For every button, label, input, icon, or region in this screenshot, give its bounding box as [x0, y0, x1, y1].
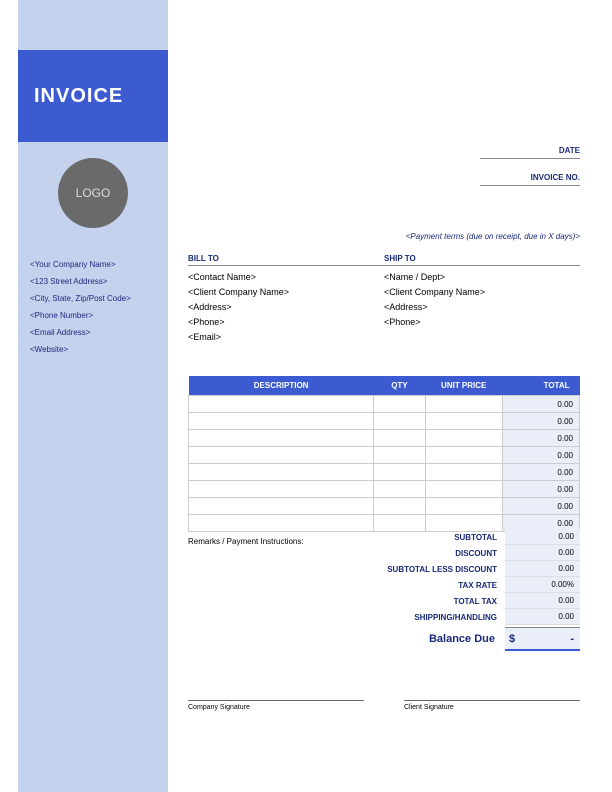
- row-total: 0.00: [502, 447, 579, 464]
- discount-value: 0.00: [505, 545, 580, 561]
- table-row: 0.00: [189, 498, 580, 515]
- shipping-row: SHIPPING/HANDLING 0.00: [188, 609, 580, 625]
- subtotal-less-label: SUBTOTAL LESS DISCOUNT: [387, 565, 505, 574]
- col-total: TOTAL: [502, 376, 579, 396]
- ship-name: <Name / Dept>: [384, 272, 580, 282]
- subtotal-value: 0.00: [505, 529, 580, 545]
- invoice-no-label: INVOICE NO.: [480, 173, 580, 186]
- payment-terms: <Payment terms (due on receipt, due in X…: [406, 232, 580, 241]
- subtotal-less-row: SUBTOTAL LESS DISCOUNT 0.00: [188, 561, 580, 577]
- bill-address: <Address>: [188, 302, 384, 312]
- client-signature: Client Signature: [404, 700, 580, 711]
- bill-phone: <Phone>: [188, 317, 384, 327]
- row-total: 0.00: [502, 464, 579, 481]
- company-address: <123 Street Address>: [30, 277, 160, 286]
- date-label: DATE: [480, 146, 580, 159]
- discount-label: DISCOUNT: [455, 549, 505, 558]
- col-qty: QTY: [374, 376, 425, 396]
- balance-value: -: [525, 627, 580, 651]
- total-tax-value: 0.00: [505, 593, 580, 609]
- col-unit-price: UNIT PRICE: [425, 376, 502, 396]
- table-body: 0.00 0.00 0.00 0.00 0.00 0.00 0.00 0.00: [189, 396, 580, 532]
- tax-rate-label: TAX RATE: [458, 581, 505, 590]
- logo-text: LOGO: [76, 186, 111, 200]
- ship-company: <Client Company Name>: [384, 287, 580, 297]
- company-website: <Website>: [30, 345, 160, 354]
- balance-due-row: Balance Due $ -: [188, 627, 580, 651]
- balance-currency: $: [505, 627, 525, 651]
- ship-phone: <Phone>: [384, 317, 580, 327]
- ship-address: <Address>: [384, 302, 580, 312]
- bill-company: <Client Company Name>: [188, 287, 384, 297]
- subtotal-label: SUBTOTAL: [454, 533, 505, 542]
- row-total: 0.00: [502, 430, 579, 447]
- table-row: 0.00: [189, 396, 580, 413]
- row-total: 0.00: [502, 413, 579, 430]
- balance-label: Balance Due: [429, 633, 505, 645]
- shipping-label: SHIPPING/HANDLING: [414, 613, 505, 622]
- table-row: 0.00: [189, 481, 580, 498]
- table-header-row: DESCRIPTION QTY UNIT PRICE TOTAL: [189, 376, 580, 396]
- company-city: <City, State, Zip/Post Code>: [30, 294, 160, 303]
- date-invoice-block: DATE INVOICE NO.: [480, 146, 580, 200]
- tax-rate-value: 0.00%: [505, 577, 580, 593]
- row-total: 0.00: [502, 481, 579, 498]
- total-tax-label: TOTAL TAX: [454, 597, 505, 606]
- company-signature: Company Signature: [188, 700, 364, 711]
- bill-email: <Email>: [188, 332, 384, 342]
- row-total: 0.00: [502, 498, 579, 515]
- tax-rate-row: TAX RATE 0.00%: [188, 577, 580, 593]
- company-info-block: <Your Company Name> <123 Street Address>…: [30, 260, 160, 362]
- total-tax-row: TOTAL TAX 0.00: [188, 593, 580, 609]
- col-description: DESCRIPTION: [189, 376, 374, 396]
- document-title: INVOICE: [34, 85, 123, 108]
- ship-to-column: SHIP TO <Name / Dept> <Client Company Na…: [384, 254, 580, 347]
- table-row: 0.00: [189, 430, 580, 447]
- table-row: 0.00: [189, 413, 580, 430]
- table-row: 0.00: [189, 447, 580, 464]
- signatures-block: Company Signature Client Signature: [188, 700, 580, 711]
- discount-row: DISCOUNT 0.00: [188, 545, 580, 561]
- subtotal-less-value: 0.00: [505, 561, 580, 577]
- shipping-value: 0.00: [505, 609, 580, 625]
- table-row: 0.00: [189, 464, 580, 481]
- row-total: 0.00: [502, 396, 579, 413]
- company-name: <Your Company Name>: [30, 260, 160, 269]
- summary-block: Remarks / Payment Instructions: SUBTOTAL…: [188, 529, 580, 651]
- company-email: <Email Address>: [30, 328, 160, 337]
- bill-to-header: BILL TO: [188, 254, 384, 266]
- bill-to-column: BILL TO <Contact Name> <Client Company N…: [188, 254, 384, 347]
- invoice-header: INVOICE: [18, 50, 168, 142]
- line-items-table: DESCRIPTION QTY UNIT PRICE TOTAL 0.00 0.…: [188, 376, 580, 532]
- remarks-label: Remarks / Payment Instructions:: [188, 537, 304, 546]
- bill-contact: <Contact Name>: [188, 272, 384, 282]
- bill-ship-block: BILL TO <Contact Name> <Client Company N…: [188, 254, 580, 347]
- company-phone: <Phone Number>: [30, 311, 160, 320]
- logo-placeholder: LOGO: [58, 158, 128, 228]
- ship-to-header: SHIP TO: [384, 254, 580, 266]
